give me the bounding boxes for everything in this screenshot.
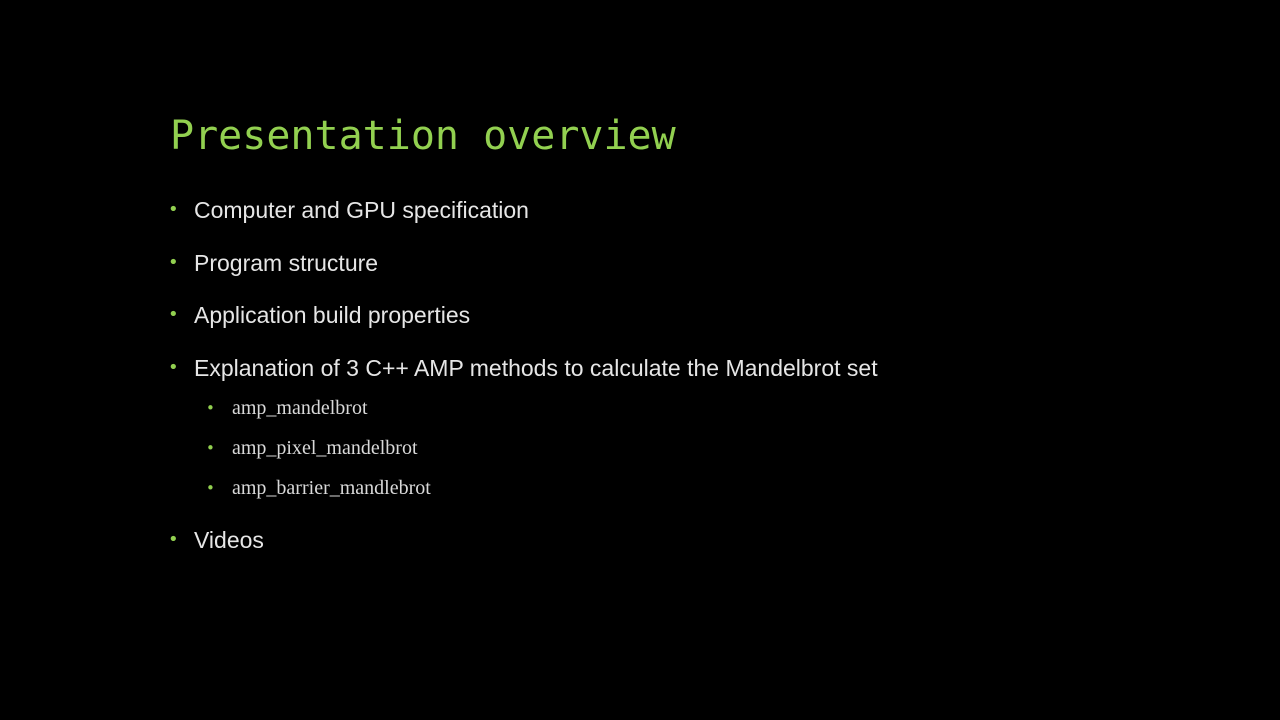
sub-bullet-text: amp_barrier_mandlebrot <box>232 476 431 499</box>
sub-bullet-item: • amp_mandelbrot <box>206 392 878 424</box>
sub-bullet-item: • amp_pixel_mandelbrot <box>206 432 878 464</box>
bullet-dot-icon: • <box>168 356 179 378</box>
bullet-dot-icon: • <box>168 304 179 325</box>
bullet-dot-icon: • <box>168 251 179 273</box>
bullet-dot-icon: • <box>168 528 179 550</box>
bullet-item: • Computer and GPU specification <box>168 192 878 228</box>
slide: Presentation overview • Computer and GPU… <box>0 0 1280 720</box>
bullet-text: Application build properties <box>194 302 471 328</box>
bullet-text: Explanation of 3 C++ AMP methods to calc… <box>194 354 878 381</box>
bullet-dot-icon: • <box>206 438 215 457</box>
bullet-list: • Computer and GPU specification • Progr… <box>168 192 878 574</box>
bullet-item: • Program structure <box>168 245 878 281</box>
bullet-item: • Application build properties <box>168 297 878 333</box>
sub-bullet-item: • amp_barrier_mandlebrot <box>206 472 878 504</box>
bullet-text: Computer and GPU specification <box>194 197 529 223</box>
bullet-text: Program structure <box>194 249 379 276</box>
sub-bullet-text: amp_pixel_mandelbrot <box>232 436 418 459</box>
bullet-dot-icon: • <box>168 199 179 220</box>
slide-title: Presentation overview <box>170 113 676 159</box>
bullet-text: Videos <box>194 526 264 553</box>
sub-bullet-text: amp_mandelbrot <box>232 396 368 419</box>
bullet-dot-icon: • <box>206 398 215 417</box>
bullet-item: • Videos <box>168 522 878 558</box>
bullet-item: • Explanation of 3 C++ AMP methods to ca… <box>168 350 878 386</box>
bullet-dot-icon: • <box>206 478 215 497</box>
